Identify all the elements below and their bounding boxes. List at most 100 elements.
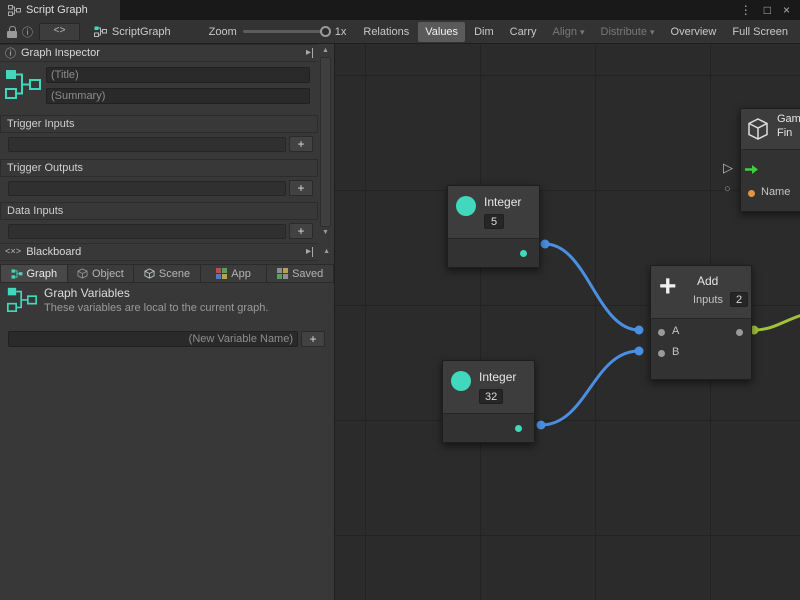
data-inputs-list: + (8, 223, 313, 239)
zoom-slider[interactable] (243, 30, 329, 33)
lock-icon[interactable] (5, 23, 20, 41)
object-tab-icon (77, 268, 88, 279)
empty-list (8, 181, 286, 196)
empty-list (8, 137, 286, 152)
flow-arrow-icon[interactable] (745, 164, 759, 175)
tab-label: Graph (27, 268, 58, 280)
graph-breadcrumb-icon (94, 26, 107, 37)
node-find-partial[interactable]: Gam Fin Name (740, 108, 800, 212)
value-output-port-icon[interactable]: ○ (724, 183, 731, 195)
new-variable-input[interactable] (8, 331, 298, 347)
port-name-label: Name (761, 186, 790, 198)
toolbar-button-dim[interactable]: Dim (467, 22, 501, 42)
tab-saved[interactable]: Saved (267, 264, 334, 283)
add-trigger-output-button[interactable]: + (289, 180, 313, 196)
node-integer-2[interactable]: Integer 32 (442, 360, 535, 443)
inputs-count-field[interactable]: 2 (730, 292, 748, 307)
wire-integer1-to-a[interactable] (545, 244, 639, 330)
graph-variables-title: Graph Variables (44, 286, 130, 300)
toolbar-button-values[interactable]: Values (418, 22, 465, 42)
toolbar-buttons: Relations Values Dim Carry Align▾ Distri… (356, 22, 795, 42)
scene-tab-icon (144, 268, 155, 279)
tab-scene[interactable]: Scene (134, 264, 201, 283)
edit-code-button[interactable]: <> (39, 23, 80, 41)
output-port[interactable] (736, 329, 743, 336)
output-port[interactable] (520, 250, 527, 257)
wire-integer2-to-b[interactable] (541, 351, 639, 425)
integer-value-field[interactable]: 32 (479, 389, 503, 404)
caret-down-icon: ▾ (650, 27, 655, 37)
inspector-scrollbar[interactable]: ▲ ▼ (318, 46, 333, 238)
toolbar-button-carry[interactable]: Carry (503, 22, 544, 42)
zoom-control: Zoom 1x (209, 26, 347, 38)
toolbar-button-align[interactable]: Align▾ (546, 22, 592, 42)
toolbar-button-relations[interactable]: Relations (356, 22, 416, 42)
blackboard-header[interactable]: <×> Blackboard ▸ (0, 243, 318, 261)
section-label: Trigger Outputs (7, 162, 83, 174)
section-trigger-inputs[interactable]: Trigger Inputs (0, 115, 318, 133)
close-icon[interactable]: × (783, 3, 790, 17)
tab-object[interactable]: Object (68, 264, 135, 283)
integer-value-field[interactable]: 5 (484, 214, 504, 229)
tab-app[interactable]: App (201, 264, 268, 283)
section-trigger-outputs[interactable]: Trigger Outputs (0, 159, 318, 177)
graph-canvas[interactable]: Integer 5 Integer 32 + Add Inputs 2 A B (335, 44, 800, 600)
tab-script-graph[interactable]: Script Graph (0, 0, 120, 20)
graph-title-input[interactable] (46, 67, 310, 83)
toolbar-button-distribute[interactable]: Distribute▾ (594, 22, 662, 42)
side-panel: ⓘ Graph Inspector ▸ ▲ ▼ Trigger Inputs +… (0, 44, 335, 600)
scroll-down-icon[interactable]: ▼ (322, 228, 329, 238)
maximize-icon[interactable]: □ (764, 3, 771, 17)
node-title-line1: Gam (777, 113, 800, 125)
toolbar-button-overview[interactable]: Overview (664, 22, 724, 42)
graph-tab-icon (11, 269, 23, 279)
input-port-b[interactable] (658, 350, 665, 357)
tab-graph[interactable]: Graph (0, 264, 68, 283)
window-menu-icon[interactable]: ⋮ (740, 3, 752, 17)
output-port[interactable] (515, 425, 522, 432)
graph-type-icon (5, 68, 41, 100)
pin-panel-icon[interactable]: ▸ (306, 48, 313, 58)
info-icon[interactable]: ⓘ (20, 23, 35, 41)
empty-list (8, 224, 286, 239)
toolbar-button-fullscreen[interactable]: Full Screen (725, 22, 795, 42)
scrollbar-track[interactable] (320, 57, 331, 227)
graph-toolbar: ⓘ <> ScriptGraph Zoom 1x Relations Value… (0, 20, 800, 44)
section-data-inputs[interactable]: Data Inputs (0, 202, 318, 220)
graph-summary-input[interactable] (46, 88, 310, 104)
info-icon: ⓘ (5, 45, 16, 61)
script-graph-icon (8, 5, 21, 16)
pin-panel-icon[interactable]: ▸ (306, 247, 313, 257)
scroll-up-icon[interactable]: ▲ (323, 247, 330, 257)
inputs-label: Inputs (693, 294, 723, 306)
connection-endpoint[interactable] (635, 326, 644, 335)
add-trigger-input-button[interactable]: + (289, 136, 313, 152)
add-variable-button[interactable]: + (301, 331, 325, 347)
control-input-port-icon[interactable]: ▷ (723, 160, 733, 176)
add-data-input-button[interactable]: + (289, 223, 313, 239)
app-tab-icon (216, 268, 227, 279)
input-port-a[interactable] (658, 329, 665, 336)
new-variable-row: + (8, 331, 325, 347)
input-port-name[interactable] (748, 190, 755, 197)
node-title: Integer (479, 370, 516, 384)
graph-breadcrumb[interactable]: ScriptGraph (94, 26, 171, 38)
node-title: Add (697, 274, 718, 288)
tab-label: App (231, 268, 251, 280)
scroll-up-icon[interactable]: ▲ (322, 46, 329, 56)
tab-label: Scene (159, 268, 190, 280)
connection-endpoint[interactable] (537, 421, 546, 430)
blackboard-title: Blackboard (26, 246, 81, 258)
tab-label: Object (92, 268, 124, 280)
node-add[interactable]: + Add Inputs 2 A B (650, 265, 752, 380)
wire-add-output[interactable] (754, 315, 800, 330)
connection-endpoint[interactable] (635, 347, 644, 356)
graph-variables-icon (7, 286, 37, 313)
zoom-slider-knob[interactable] (320, 26, 331, 37)
graph-inspector-header[interactable]: ⓘ Graph Inspector ▸ (0, 44, 318, 62)
gameobject-cube-icon (746, 117, 770, 141)
connection-endpoint[interactable] (541, 240, 550, 249)
blackboard-tabs: Graph Object Scene App Sav (0, 264, 334, 283)
graph-inspector-title: Graph Inspector (21, 47, 100, 59)
node-integer-1[interactable]: Integer 5 (447, 185, 540, 268)
